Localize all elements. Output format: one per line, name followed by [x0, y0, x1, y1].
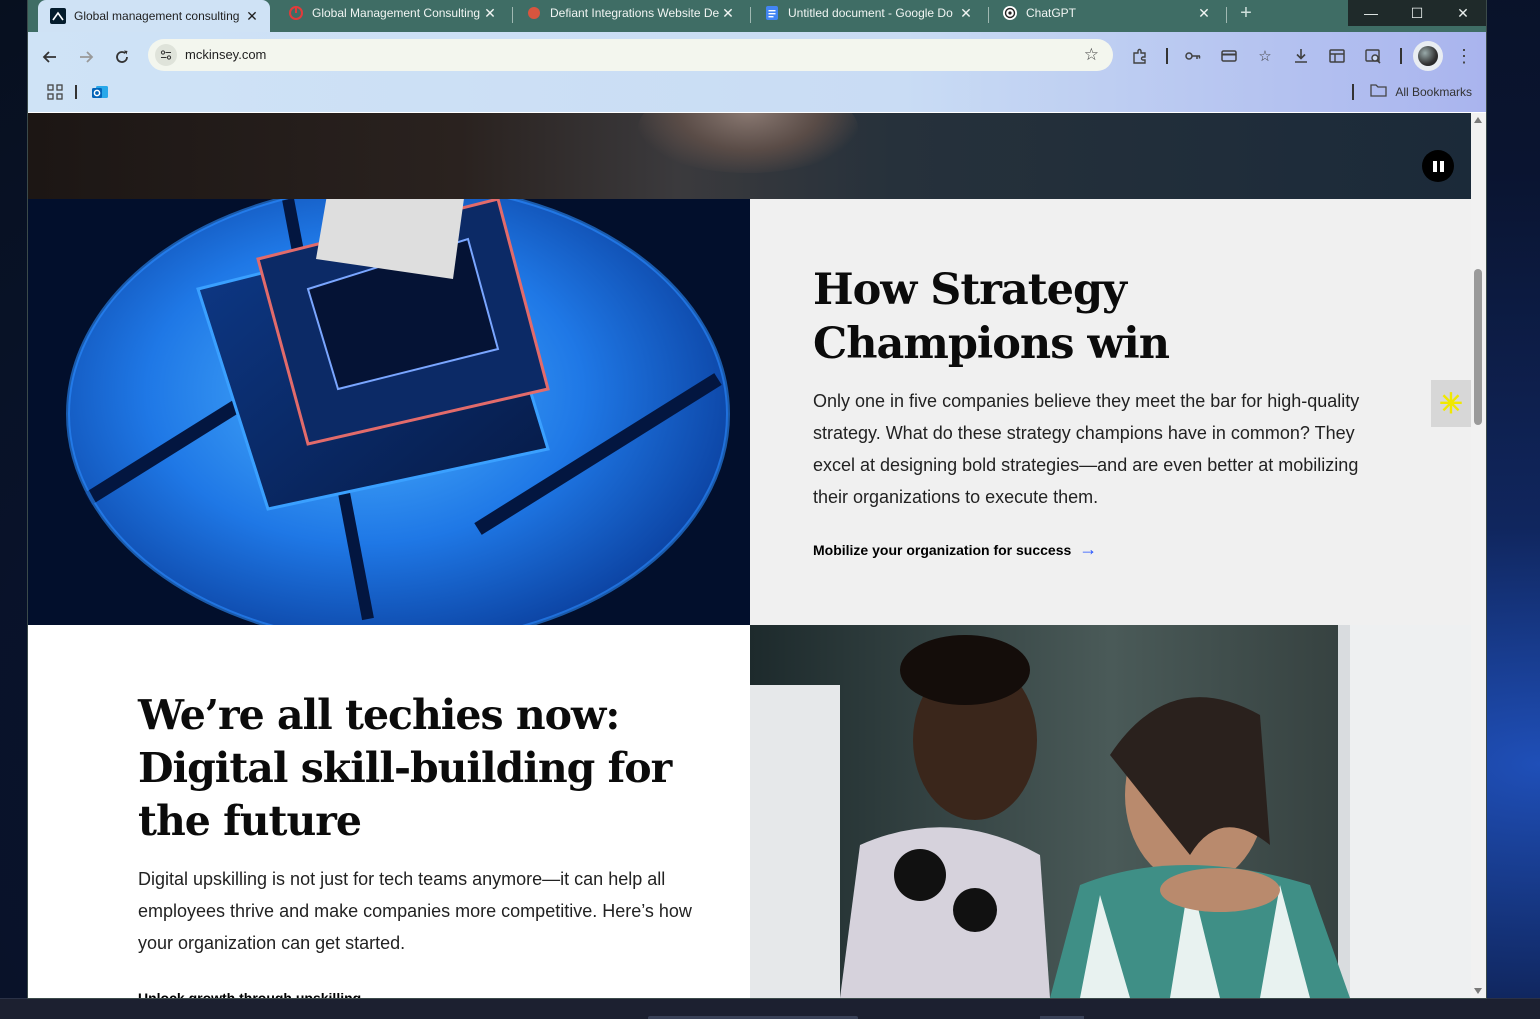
accessibility-widget-icon[interactable]: ✳	[1431, 380, 1471, 427]
tab-defiant[interactable]: Defiant Integrations Website De ✕	[514, 0, 746, 26]
feature-link-label: Mobilize your organization for success	[813, 541, 1072, 558]
window-close-icon[interactable]: ✕	[1440, 0, 1486, 26]
browser-window: Global management consulting ✕ Global Ma…	[28, 0, 1486, 998]
tab-title: Untitled document - Google Do	[788, 6, 953, 20]
back-arrow-icon[interactable]	[36, 43, 64, 71]
tab-title: Global management consulting	[74, 9, 240, 23]
close-icon[interactable]: ✕	[720, 5, 736, 22]
tab-chatgpt[interactable]: ChatGPT ✕	[990, 0, 1222, 26]
browser-toolbar: mckinsey.com ☆ ☆ ⋮ All Bookmarks	[28, 32, 1486, 112]
mckinsey-icon	[50, 8, 66, 24]
tab-separator	[988, 7, 989, 23]
red-ring-icon	[288, 5, 304, 21]
digital-upskilling-photo	[750, 625, 1471, 998]
feature-title: How Strategy Champions win	[813, 265, 1170, 369]
google-docs-icon	[764, 5, 780, 21]
menu-kebab-icon[interactable]: ⋮	[1452, 44, 1476, 68]
toolbar-divider	[1400, 48, 1402, 64]
outlook-icon[interactable]	[91, 83, 109, 106]
unlock-growth-link[interactable]: Unlock growth through upskilling →	[138, 987, 387, 998]
arrow-right-icon: →	[369, 987, 388, 998]
reload-icon[interactable]	[108, 43, 136, 71]
download-icon[interactable]	[1289, 44, 1313, 68]
defiant-icon	[526, 5, 542, 21]
arrow-right-icon: →	[1079, 539, 1098, 559]
search-tabs-icon[interactable]	[1361, 44, 1385, 68]
digital-upskilling-panel: We’re all techies now: Digital skill-bui…	[28, 625, 750, 998]
close-icon[interactable]: ✕	[1196, 5, 1212, 22]
tab-title: Global Management Consulting	[312, 6, 481, 20]
taskbar	[0, 998, 1540, 1019]
apps-grid-icon[interactable]	[47, 84, 63, 105]
tab-title: ChatGPT	[1026, 6, 1077, 20]
payment-card-icon[interactable]	[1217, 44, 1241, 68]
strategy-champions-panel: How Strategy Champions win Only one in f…	[750, 199, 1471, 625]
feature-link-label: Unlock growth through upskilling	[138, 989, 362, 999]
new-tab-plus-icon[interactable]: +	[1234, 2, 1258, 26]
profile-avatar[interactable]	[1413, 41, 1443, 71]
strategy-champions-image	[28, 199, 750, 625]
address-bar[interactable]: mckinsey.com ☆	[148, 39, 1113, 71]
scroll-down-arrow-icon[interactable]	[1474, 988, 1482, 994]
favorites-star-icon[interactable]: ☆	[1253, 44, 1277, 68]
pause-icon[interactable]	[1422, 150, 1454, 182]
close-icon[interactable]: ✕	[482, 5, 498, 22]
tab-google-docs[interactable]: Untitled document - Google Do ✕	[752, 0, 984, 26]
site-settings-icon[interactable]	[155, 44, 177, 66]
tab-separator	[512, 7, 513, 23]
mobilize-organization-link[interactable]: Mobilize your organization for success →	[813, 539, 1097, 560]
hero-video	[28, 113, 1471, 199]
feature-title: We’re all techies now: Digital skill-bui…	[138, 691, 672, 845]
feature-body: Digital upskilling is not just for tech …	[138, 869, 692, 953]
tab-separator	[1226, 7, 1227, 23]
hero-video-image	[638, 113, 858, 173]
minimize-icon[interactable]: —	[1348, 0, 1394, 26]
feature-body: Only one in five companies believe they …	[813, 391, 1360, 507]
all-bookmarks-button[interactable]: All Bookmarks	[1352, 83, 1472, 100]
toolbar-divider	[1166, 48, 1168, 64]
scroll-up-arrow-icon[interactable]	[1474, 117, 1482, 123]
folder-icon	[1370, 83, 1387, 100]
tab-layout-icon[interactable]	[1325, 44, 1349, 68]
tab-title: Defiant Integrations Website De	[550, 6, 720, 20]
maximize-icon[interactable]: ☐	[1394, 0, 1440, 26]
all-bookmarks-label: All Bookmarks	[1395, 84, 1472, 99]
extensions-puzzle-icon[interactable]	[1128, 44, 1152, 68]
tab-global-management[interactable]: Global Management Consulting ✕	[276, 0, 508, 26]
close-icon[interactable]: ✕	[958, 5, 974, 22]
tab-mckinsey[interactable]: Global management consulting ✕	[38, 0, 270, 32]
tab-strip: Global management consulting ✕ Global Ma…	[28, 0, 1486, 32]
tab-separator	[750, 7, 751, 23]
scrollbar-thumb[interactable]	[1474, 269, 1482, 425]
password-key-icon[interactable]	[1181, 44, 1205, 68]
url-text: mckinsey.com	[185, 47, 267, 62]
page-viewport: How Strategy Champions win Only one in f…	[28, 113, 1471, 998]
bookmarks-divider	[75, 85, 77, 99]
chatgpt-icon	[1002, 5, 1018, 21]
bookmark-star-icon[interactable]: ☆	[1084, 45, 1099, 65]
close-icon[interactable]: ✕	[244, 8, 260, 25]
forward-arrow-icon[interactable]	[72, 43, 100, 71]
page-scrollbar[interactable]	[1471, 113, 1486, 998]
bookmarks-divider	[1352, 83, 1355, 100]
